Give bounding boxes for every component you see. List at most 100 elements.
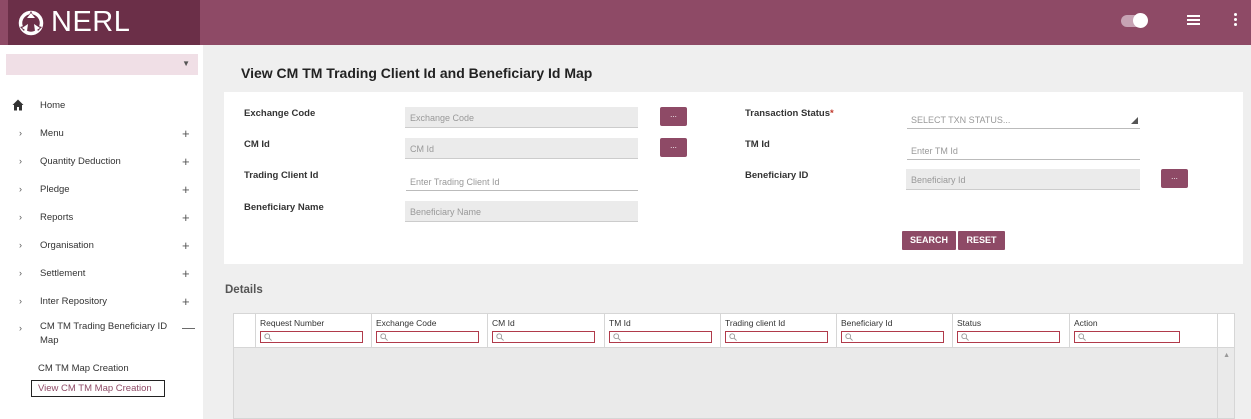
expand-plus-icon: + bbox=[182, 265, 190, 281]
status-filter-input[interactable] bbox=[957, 331, 1060, 343]
transaction-status-label: Transaction Status* bbox=[745, 108, 834, 119]
sidebar-item-menu[interactable]: › Menu + bbox=[0, 123, 203, 143]
sidebar-item-label: Quantity Deduction bbox=[40, 155, 121, 167]
chevron-right-icon: › bbox=[19, 184, 22, 194]
trading-client-id-label: Trading Client Id bbox=[244, 170, 319, 181]
sidebar-item-label: Settlement bbox=[40, 267, 86, 279]
chevron-right-icon: › bbox=[19, 128, 22, 138]
column-header-label[interactable]: TM Id bbox=[609, 318, 631, 328]
transaction-status-select[interactable]: SELECT TXN STATUS... bbox=[907, 107, 1140, 129]
search-icon bbox=[496, 333, 504, 341]
search-icon bbox=[961, 333, 969, 341]
exchange-code-filter-input[interactable] bbox=[376, 331, 479, 343]
sidebar-item-reports[interactable]: › Reports + bbox=[0, 207, 203, 227]
expand-plus-icon: + bbox=[182, 125, 190, 141]
exchange-code-label: Exchange Code bbox=[244, 108, 316, 119]
beneficiary-name-input[interactable]: Beneficiary Name bbox=[405, 201, 638, 222]
sidebar-item-quantity-deduction[interactable]: › Quantity Deduction + bbox=[0, 151, 203, 171]
column-header-label[interactable]: Action bbox=[1074, 318, 1098, 328]
list-icon[interactable] bbox=[1187, 15, 1200, 26]
search-form-card: Exchange Code Exchange Code ... CM Id CM… bbox=[224, 92, 1243, 264]
cm-id-lookup-button[interactable]: ... bbox=[660, 138, 687, 157]
details-heading: Details bbox=[225, 284, 263, 296]
request-number-filter-input[interactable] bbox=[260, 331, 363, 343]
sidebar-item-settlement[interactable]: › Settlement + bbox=[0, 263, 203, 283]
caret-down-icon: ▼ bbox=[182, 59, 190, 68]
expand-plus-icon: + bbox=[182, 237, 190, 253]
top-bar: NERL bbox=[0, 0, 1251, 45]
expand-plus-icon: + bbox=[182, 181, 190, 197]
sidebar-item-label: Pledge bbox=[40, 183, 70, 195]
kebab-icon[interactable] bbox=[1234, 13, 1238, 29]
required-asterisk: * bbox=[830, 108, 834, 119]
grid-row-header-stub bbox=[234, 314, 256, 348]
expand-plus-icon: + bbox=[182, 209, 190, 225]
beneficiary-id-input[interactable]: Beneficiary Id bbox=[906, 169, 1140, 190]
search-icon bbox=[264, 333, 272, 341]
chevron-right-icon: › bbox=[19, 296, 22, 306]
select-caret-icon bbox=[1131, 117, 1138, 124]
sidebar-item-pledge[interactable]: › Pledge + bbox=[0, 179, 203, 199]
chevron-right-icon: › bbox=[19, 156, 22, 166]
sidebar-item-inter-repository[interactable]: › Inter Repository + bbox=[0, 291, 203, 311]
logo[interactable]: NERL bbox=[8, 0, 200, 45]
column-beneficiary-id: Beneficiary Id bbox=[837, 314, 953, 348]
nerl-logo-icon bbox=[18, 10, 44, 35]
sidebar-select[interactable]: ▼ bbox=[6, 54, 198, 75]
tm-id-label: TM Id bbox=[745, 139, 770, 150]
cm-id-label: CM Id bbox=[244, 139, 270, 150]
search-icon bbox=[613, 333, 621, 341]
sidebar-subitem-cm-tm-map-creation[interactable]: CM TM Map Creation bbox=[38, 363, 129, 374]
trading-client-id-input[interactable]: Enter Trading Client Id bbox=[406, 169, 638, 191]
column-exchange-code: Exchange Code bbox=[372, 314, 488, 348]
beneficiary-id-lookup-button[interactable]: ... bbox=[1161, 169, 1188, 188]
details-grid: Request Number Exchange Code CM Id TM Id… bbox=[233, 313, 1235, 419]
sidebar-item-organisation[interactable]: › Organisation + bbox=[0, 235, 203, 255]
grid-vertical-scrollbar[interactable] bbox=[1217, 314, 1234, 418]
chevron-right-icon: › bbox=[19, 240, 22, 250]
toggle-knob bbox=[1133, 13, 1148, 28]
transaction-status-label-text: Transaction Status bbox=[745, 108, 830, 119]
sidebar-subitem-view-cm-tm-map-creation[interactable]: View CM TM Map Creation bbox=[31, 380, 165, 397]
column-action: Action bbox=[1070, 314, 1217, 348]
chevron-right-icon: › bbox=[19, 212, 22, 222]
tm-id-input[interactable]: Enter TM Id bbox=[907, 138, 1140, 160]
scroll-up-arrow-icon[interactable]: ▲ bbox=[1223, 352, 1230, 359]
chevron-right-icon: › bbox=[19, 323, 22, 333]
trading-client-id-filter-input[interactable] bbox=[725, 331, 828, 343]
exchange-code-lookup-button[interactable]: ... bbox=[660, 107, 687, 126]
cm-id-filter-input[interactable] bbox=[492, 331, 595, 343]
column-header-label[interactable]: Trading client Id bbox=[725, 318, 785, 328]
reset-button[interactable]: RESET bbox=[958, 231, 1005, 250]
search-icon bbox=[1078, 333, 1086, 341]
exchange-code-input[interactable]: Exchange Code bbox=[405, 107, 638, 128]
column-header-label[interactable]: Status bbox=[957, 318, 981, 328]
action-filter-input[interactable] bbox=[1074, 331, 1180, 343]
beneficiary-id-label: Beneficiary ID bbox=[745, 170, 809, 181]
column-header-label[interactable]: Exchange Code bbox=[376, 318, 437, 328]
column-header-label[interactable]: Beneficiary Id bbox=[841, 318, 893, 328]
beneficiary-id-filter-input[interactable] bbox=[841, 331, 944, 343]
column-tm-id: TM Id bbox=[605, 314, 721, 348]
toggle-switch-icon[interactable] bbox=[1121, 13, 1148, 28]
tm-id-filter-input[interactable] bbox=[609, 331, 712, 343]
column-cm-id: CM Id bbox=[488, 314, 605, 348]
sidebar-item-cm-tm-trading-beneficiary-id-map[interactable]: › CM TM Trading Beneficiary ID Map — bbox=[0, 320, 203, 350]
sidebar-item-home[interactable]: Home bbox=[0, 95, 203, 115]
sidebar-item-label-line1: CM TM Trading Beneficiary ID bbox=[40, 321, 168, 332]
column-header-label[interactable]: Request Number bbox=[260, 318, 324, 328]
column-trading-client-id: Trading client Id bbox=[721, 314, 837, 348]
expand-plus-icon: + bbox=[182, 153, 190, 169]
search-button[interactable]: SEARCH bbox=[902, 231, 956, 250]
sidebar-item-label: Home bbox=[40, 99, 66, 111]
sidebar-item-label: Menu bbox=[40, 127, 64, 139]
collapse-minus-icon: — bbox=[182, 320, 195, 335]
sidebar-item-label: CM TM Trading Beneficiary ID Map bbox=[40, 320, 167, 348]
cm-id-input[interactable]: CM Id bbox=[405, 138, 638, 159]
expand-plus-icon: + bbox=[182, 293, 190, 309]
sidebar: ▼ Home › Menu + › Quantity Deduction + ›… bbox=[0, 45, 203, 419]
column-header-label[interactable]: CM Id bbox=[492, 318, 515, 328]
column-status: Status bbox=[953, 314, 1070, 348]
search-icon bbox=[729, 333, 737, 341]
home-icon bbox=[12, 99, 24, 111]
